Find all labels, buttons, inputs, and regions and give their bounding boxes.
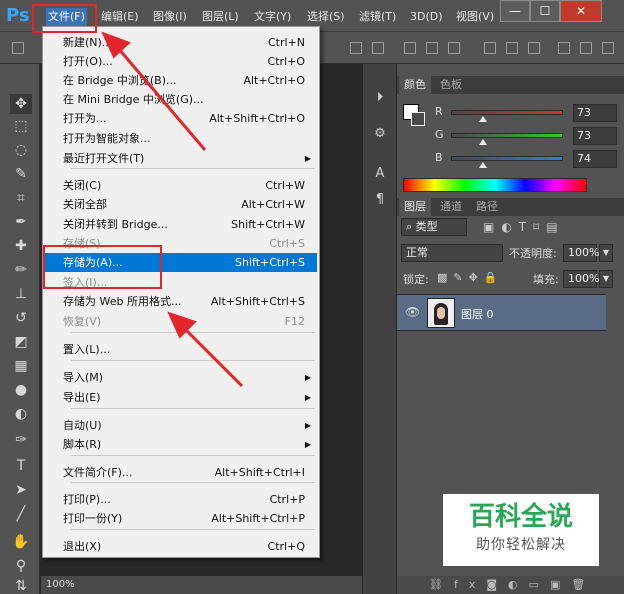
annotation-arrowhead-new bbox=[101, 31, 131, 59]
annotation-arrow-new bbox=[116, 47, 207, 151]
watermark-subtitle: 助你轻松解决 bbox=[476, 537, 566, 553]
annotation-arrow-save bbox=[182, 326, 244, 388]
watermark-title: 百科全说 bbox=[468, 502, 573, 532]
watermark-badge: 百科全说 助你轻松解决 bbox=[443, 494, 599, 566]
